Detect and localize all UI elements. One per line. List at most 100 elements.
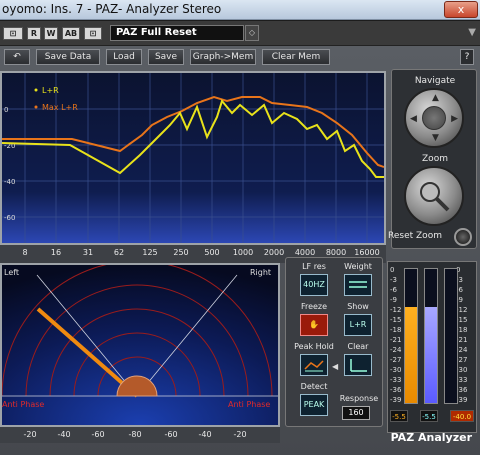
freq-tick-label: 250 — [173, 248, 189, 257]
plugin-toolbar: ↶ Save Data Load Save Graph->Mem Clear M… — [0, 49, 480, 65]
read-automation-button[interactable]: R — [27, 27, 41, 40]
level-scale-label: -6 — [390, 286, 397, 294]
freq-tick-label: 62 — [113, 248, 125, 257]
brand-label: PAZ Analyzer — [390, 431, 472, 444]
peak-hold-icon — [304, 360, 324, 372]
write-automation-button[interactable]: W — [44, 27, 58, 40]
corr-tick-label: -20 — [233, 430, 247, 439]
hand-icon: ✋ — [309, 320, 319, 329]
load-button[interactable]: Load — [106, 49, 142, 65]
level-scale-label: -39 — [390, 396, 402, 404]
freq-tick-label: 16 — [50, 248, 62, 257]
level-scale-label: -30 — [390, 366, 402, 374]
freq-tick-label: 31 — [82, 248, 94, 257]
zoom-label: Zoom — [422, 154, 448, 164]
lf-res-label: LF res — [302, 262, 326, 271]
graph-to-mem-button[interactable]: Graph->Mem — [190, 49, 256, 65]
preset-field[interactable]: PAZ Full Reset — [110, 25, 244, 41]
show-button[interactable]: L+R — [344, 314, 372, 336]
freeze-button[interactable]: ✋ — [300, 314, 328, 336]
level-scale-label: -24 — [390, 346, 402, 354]
y-tick-label: 0 — [4, 106, 8, 114]
freq-tick-label: 4000 — [294, 248, 316, 257]
controls-panel: LF res 40HZ Weight Freeze ✋ Show L+R Pea… — [285, 257, 383, 427]
freq-tick-label: 500 — [204, 248, 220, 257]
frequency-graph[interactable]: 0 -20 -40 -60 L+R Max L+R — [0, 71, 386, 245]
level-scale-label: -21 — [390, 336, 402, 344]
response-field[interactable]: 160 — [342, 406, 370, 420]
arrow-right-icon: ▶ — [451, 114, 458, 124]
window-close-button[interactable]: x — [444, 1, 478, 18]
corr-tick-label: -20 — [23, 430, 37, 439]
y-tick-label: -60 — [4, 214, 15, 222]
weight-lines-icon — [349, 281, 367, 288]
legend-dot-max-lr — [34, 105, 38, 109]
window-titlebar: oyomo: Ins. 7 - PAZ- Analyzer Stereo x — [0, 0, 480, 20]
level-scale-label: -15 — [390, 316, 402, 324]
stereo-meter: Left Right Anti Phase Anti Phase — [0, 263, 280, 427]
level-bar-mid — [424, 268, 438, 404]
freq-tick-label: 2000 — [263, 248, 285, 257]
detect-button[interactable]: PEAK — [300, 394, 328, 416]
preset-nav-icon[interactable]: ◇ — [245, 25, 259, 41]
ab-compare-button[interactable]: AB — [62, 27, 80, 40]
level-scale-label: -33 — [390, 376, 402, 384]
legend-dot-lr — [34, 88, 38, 92]
corr-tick-label: -80 — [128, 430, 142, 439]
reset-zoom-button[interactable] — [454, 228, 472, 246]
level-scale-label: -3 — [390, 276, 397, 284]
save-button[interactable]: Save — [148, 49, 184, 65]
level-value-mid: -5.5 — [420, 410, 438, 422]
undo-button[interactable]: ↶ — [4, 49, 30, 65]
legend-lr: L+R — [42, 86, 59, 95]
clear-label: Clear — [347, 342, 369, 351]
window-title: oyomo: Ins. 7 - PAZ- Analyzer Stereo — [2, 2, 222, 16]
corr-tick-label: -40 — [57, 430, 71, 439]
peak-hold-button[interactable] — [300, 354, 328, 376]
graph-background — [2, 73, 384, 243]
weight-button[interactable] — [344, 274, 372, 296]
arrow-left-icon: ◀ — [410, 114, 417, 124]
freq-tick-label: 16000 — [354, 248, 380, 257]
freq-tick-label: 8 — [22, 248, 28, 257]
level-bar-right — [444, 268, 458, 404]
y-tick-label: -40 — [4, 178, 15, 186]
corr-tick-label: -60 — [91, 430, 105, 439]
detect-label: Detect — [300, 382, 328, 391]
response-label: Response — [339, 394, 379, 403]
help-button[interactable]: ? — [460, 49, 474, 65]
level-scale-label: -12 — [390, 306, 402, 314]
navigate-knob[interactable]: ▲ ▼ ◀ ▶ — [404, 88, 464, 148]
chevron-down-icon[interactable]: ▼ — [468, 27, 476, 38]
bypass-button[interactable]: ⊡ — [3, 27, 23, 40]
correlation-axis: -20 -40 -60 -80 -60 -40 -20 — [0, 427, 280, 443]
lf-res-button[interactable]: 40HZ — [300, 274, 328, 296]
save-data-button[interactable]: Save Data — [36, 49, 100, 65]
freeze-label: Freeze — [300, 302, 328, 311]
triangle-left-icon: ◀ — [332, 362, 339, 371]
corr-tick-label: -40 — [198, 430, 212, 439]
stereo-meter-svg: Left Right Anti Phase Anti Phase — [2, 265, 278, 425]
level-meters: 0 -3 -6 -9 -12 -15 -18 -21 -24 -27 -30 -… — [387, 261, 477, 433]
legend-max-lr: Max L+R — [42, 103, 78, 112]
clear-button[interactable] — [344, 354, 372, 376]
level-scale-label: 0 — [390, 266, 395, 274]
anti-phase-right-label: Anti Phase — [228, 400, 270, 409]
arrow-up-icon: ▲ — [432, 93, 439, 103]
level-scale-label: -18 — [390, 326, 402, 334]
frequency-graph-svg: 0 -20 -40 -60 L+R Max L+R — [2, 73, 384, 243]
clear-mem-button[interactable]: Clear Mem — [262, 49, 330, 65]
level-fill-left — [405, 306, 417, 403]
show-label: Show — [347, 302, 369, 311]
zoom-knob[interactable] — [404, 166, 464, 226]
navigate-center-icon — [422, 106, 446, 130]
navigate-label: Navigate — [414, 76, 456, 86]
preset-menu-button[interactable]: ⊡ — [84, 27, 102, 40]
right-label: Right — [250, 268, 271, 277]
magnifier-icon — [420, 182, 450, 212]
peak-hold-label: Peak Hold — [294, 342, 334, 351]
freq-tick-label: 125 — [142, 248, 158, 257]
freq-tick-label: 8000 — [325, 248, 347, 257]
reset-zoom-label: Reset Zoom — [388, 231, 442, 241]
anti-phase-left-label: Anti Phase — [2, 400, 44, 409]
